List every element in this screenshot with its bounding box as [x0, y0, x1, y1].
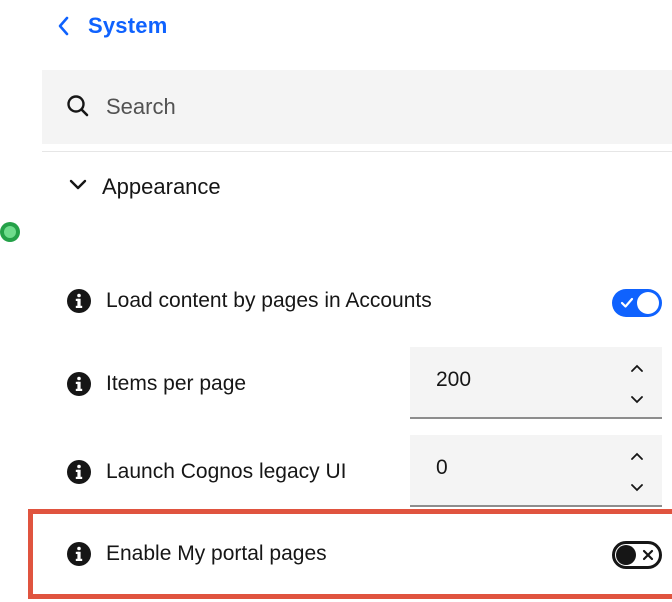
section-appearance[interactable]: Appearance [68, 174, 221, 200]
legacy-ui-input[interactable] [434, 455, 588, 481]
load-content-toggle[interactable] [612, 289, 662, 317]
status-indicator-icon [0, 221, 22, 243]
items-per-page-input[interactable] [434, 367, 588, 393]
close-icon [642, 544, 654, 566]
setting-row-portal-pages: Enable My portal pages [66, 541, 327, 567]
info-icon[interactable] [66, 459, 92, 485]
search-bar[interactable] [42, 70, 672, 144]
setting-row-load-content: Load content by pages in Accounts [66, 288, 432, 314]
portal-pages-toggle[interactable] [612, 541, 662, 569]
info-icon[interactable] [66, 288, 92, 314]
page-title[interactable]: System [88, 13, 167, 39]
increment-chevron-up-icon[interactable] [626, 357, 648, 379]
decrement-chevron-down-icon[interactable] [626, 477, 648, 499]
settings-page: System Appearance [0, 0, 672, 602]
info-icon[interactable] [66, 541, 92, 567]
divider [42, 151, 672, 152]
increment-chevron-up-icon[interactable] [626, 445, 648, 467]
header: System [56, 6, 167, 46]
setting-label: Items per page [106, 372, 247, 395]
setting-label: Enable My portal pages [106, 542, 327, 565]
chevron-left-icon[interactable] [56, 15, 70, 37]
search-input[interactable] [104, 93, 608, 121]
info-icon[interactable] [66, 371, 92, 397]
checkmark-icon [620, 289, 634, 317]
chevron-down-icon [68, 178, 88, 197]
section-label: Appearance [102, 174, 221, 199]
setting-row-items-per-page: Items per page [66, 371, 246, 397]
setting-label: Load content by pages in Accounts [106, 289, 432, 312]
setting-label: Launch Cognos legacy UI [106, 460, 347, 483]
setting-row-legacy-ui: Launch Cognos legacy UI [66, 459, 347, 485]
toggle-knob [637, 292, 659, 314]
legacy-ui-field[interactable] [410, 435, 662, 507]
search-icon [66, 93, 94, 121]
toggle-knob [616, 545, 636, 565]
items-per-page-field[interactable] [410, 347, 662, 419]
decrement-chevron-down-icon[interactable] [626, 389, 648, 411]
